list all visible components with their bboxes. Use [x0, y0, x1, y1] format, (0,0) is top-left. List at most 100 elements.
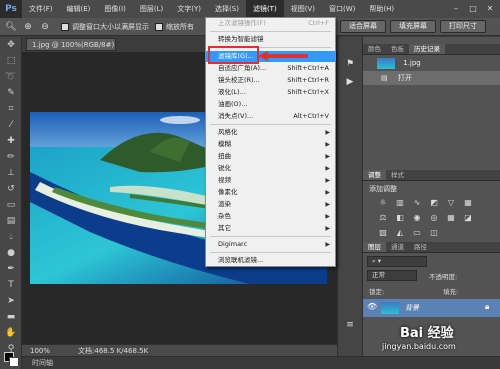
menu-item-browse-filters[interactable]: 浏览联机滤镜... [206, 255, 335, 266]
menu-item-liquify[interactable]: 液化(L)... Shift+Ctrl+X [206, 87, 335, 98]
eyedropper-tool-icon[interactable]: ⁄ [0, 117, 22, 133]
menu-view[interactable]: 视图(V) [284, 0, 322, 18]
posterize-icon[interactable]: ▧ [377, 227, 389, 239]
menu-filter[interactable]: 滤镜(T) [245, 0, 284, 18]
menu-type[interactable]: 文字(Y) [170, 0, 208, 18]
tab-paths[interactable]: 路径 [409, 242, 432, 252]
dodge-tool-icon[interactable]: ● [0, 245, 22, 261]
background-color-swatch[interactable] [9, 357, 19, 367]
black-white-icon[interactable]: ◧ [394, 212, 406, 224]
history-snapshot-row[interactable]: 1.jpg [363, 56, 500, 70]
marquee-tool-icon[interactable]: ⬚ [0, 53, 22, 69]
zoom-out-icon[interactable]: ⊖ [38, 20, 52, 34]
menu-item-label: 锐化 [218, 164, 231, 172]
quick-select-tool-icon[interactable]: ✎ [0, 85, 22, 101]
curves-icon[interactable]: ∿ [411, 197, 423, 209]
tab-swatches[interactable]: 色板 [386, 44, 409, 54]
timeline-bar[interactable]: 时间轴 [22, 356, 500, 369]
history-step-row[interactable]: ▤ 打开 [363, 71, 500, 85]
menu-item-stylize[interactable]: 风格化 ▶ [206, 127, 335, 138]
fill-screen-button[interactable]: 填充屏幕 [390, 20, 436, 33]
gradient-map-icon[interactable]: ▭ [411, 227, 423, 239]
shape-tool-icon[interactable]: ▬ [0, 309, 22, 325]
tab-channels[interactable]: 通道 [386, 242, 409, 252]
color-lookup-icon[interactable]: ▦ [445, 212, 457, 224]
menu-item-blur[interactable]: 模糊 ▶ [206, 139, 335, 150]
menu-shortcut: Shift+Ctrl+X [287, 88, 329, 96]
tab-color[interactable]: 颜色 [363, 44, 386, 54]
zoom-in-icon[interactable]: ⊕ [21, 20, 35, 34]
properties-panel-icon[interactable]: ≡ [338, 316, 362, 334]
menu-item-pixelate[interactable]: 像素化 ▶ [206, 187, 335, 198]
crop-tool-icon[interactable]: ⌗ [0, 101, 22, 117]
selective-color-icon[interactable]: ◫ [428, 227, 440, 239]
close-icon[interactable]: ✕ [483, 3, 497, 15]
menu-item-video[interactable]: 视频 ▶ [206, 175, 335, 186]
gradient-tool-icon[interactable]: ▤ [0, 213, 22, 229]
brush-tool-icon[interactable]: ✏ [0, 149, 22, 165]
print-size-button[interactable]: 打印尺寸 [440, 20, 486, 33]
layer-row-background[interactable]: 👁︎ 背景 🔒︎ [363, 299, 500, 317]
menu-edit[interactable]: 编辑(E) [60, 0, 98, 18]
move-tool-icon[interactable]: ✥ [0, 37, 22, 53]
menu-item-adaptive-wide-angle[interactable]: 自适应广角(A)... Shift+Ctrl+A [206, 63, 335, 74]
menu-separator [210, 31, 331, 32]
menu-window[interactable]: 窗口(W) [322, 0, 362, 18]
invert-icon[interactable]: ◪ [462, 212, 474, 224]
blend-mode-select[interactable]: 正常 [367, 270, 417, 281]
menu-file[interactable]: 文件(F) [22, 0, 60, 18]
menu-item-vanishing-point[interactable]: 消失点(V)... Alt+Ctrl+V [206, 111, 335, 122]
resize-window-checkbox[interactable] [61, 22, 69, 31]
menu-item-digimarc[interactable]: Digimarc ▶ [206, 239, 335, 250]
menu-select[interactable]: 选择(S) [208, 0, 246, 18]
eraser-tool-icon[interactable]: ▭ [0, 197, 22, 213]
tab-history[interactable]: 历史记录 [409, 44, 445, 54]
menu-layer[interactable]: 图层(L) [133, 0, 170, 18]
color-balance-icon[interactable]: ⚖ [377, 212, 389, 224]
tab-styles[interactable]: 样式 [386, 170, 409, 180]
tab-adjustments[interactable]: 调整 [363, 170, 386, 180]
clone-stamp-icon[interactable]: ⊥ [0, 165, 22, 181]
pen-tool-icon[interactable]: ✒ [0, 261, 22, 277]
menu-item-noise[interactable]: 杂色 ▶ [206, 211, 335, 222]
menu-item-last-filter[interactable]: 上次滤镜操作(F) Ctrl+F [206, 18, 335, 29]
maximize-icon[interactable]: □ [466, 3, 480, 15]
menu-item-lens-correction[interactable]: 镜头校正(R)... Shift+Ctrl+R [206, 75, 335, 86]
type-tool-icon[interactable]: T [0, 277, 22, 293]
actions-panel-icon[interactable]: ▶ [338, 73, 362, 91]
history-brush-icon[interactable]: ↺ [0, 181, 22, 197]
fit-screen-button[interactable]: 适合屏幕 [340, 20, 386, 33]
document-tab[interactable]: 1.jpg @ 100%(RGB/8#) [26, 38, 116, 51]
menu-item-other[interactable]: 其它 ▶ [206, 223, 335, 234]
hand-tool-icon[interactable]: ✋ [0, 325, 22, 341]
menu-help[interactable]: 帮助(H) [362, 0, 401, 18]
healing-brush-icon[interactable]: ✚ [0, 133, 22, 149]
levels-icon[interactable]: ▥ [394, 197, 406, 209]
history-panel-icon[interactable]: ⚑ [338, 55, 362, 73]
eye-icon[interactable]: 👁︎ [367, 302, 377, 311]
tab-layers[interactable]: 图层 [363, 242, 386, 252]
channel-mixer-icon[interactable]: ◎ [428, 212, 440, 224]
zoom-level[interactable]: 100% [30, 347, 50, 355]
exposure-icon[interactable]: ◩ [428, 197, 440, 209]
menu-image[interactable]: 图像(I) [97, 0, 133, 18]
blur-tool-icon[interactable]: 💧︎ [0, 229, 22, 245]
adjust-title: 添加调整 [369, 185, 397, 193]
hue-icon[interactable]: ▦ [462, 197, 474, 209]
submenu-arrow-icon: ▶ [325, 213, 330, 220]
zoom-all-checkbox[interactable] [155, 22, 163, 31]
path-select-icon[interactable]: ➤ [0, 293, 22, 309]
menu-item-sharpen[interactable]: 锐化 ▶ [206, 163, 335, 174]
vibrance-icon[interactable]: ▽ [445, 197, 457, 209]
menu-item-oil-paint[interactable]: 油画(O)... [206, 99, 335, 110]
threshold-icon[interactable]: ◭ [394, 227, 406, 239]
minimize-icon[interactable]: – [449, 3, 463, 15]
layer-filter-select[interactable]: ⌕ ▾ [367, 256, 427, 267]
menu-item-smart-filter[interactable]: 转换为智能滤镜 [206, 34, 335, 45]
menu-item-distort[interactable]: 扭曲 ▶ [206, 151, 335, 162]
lasso-tool-icon[interactable]: ➰ [0, 69, 22, 85]
zoom-tool-icon[interactable]: 🔍︎ [4, 20, 18, 34]
menu-item-render[interactable]: 渲染 ▶ [206, 199, 335, 210]
brightness-icon[interactable]: ☼ [377, 197, 389, 209]
photo-filter-icon[interactable]: ◉ [411, 212, 423, 224]
